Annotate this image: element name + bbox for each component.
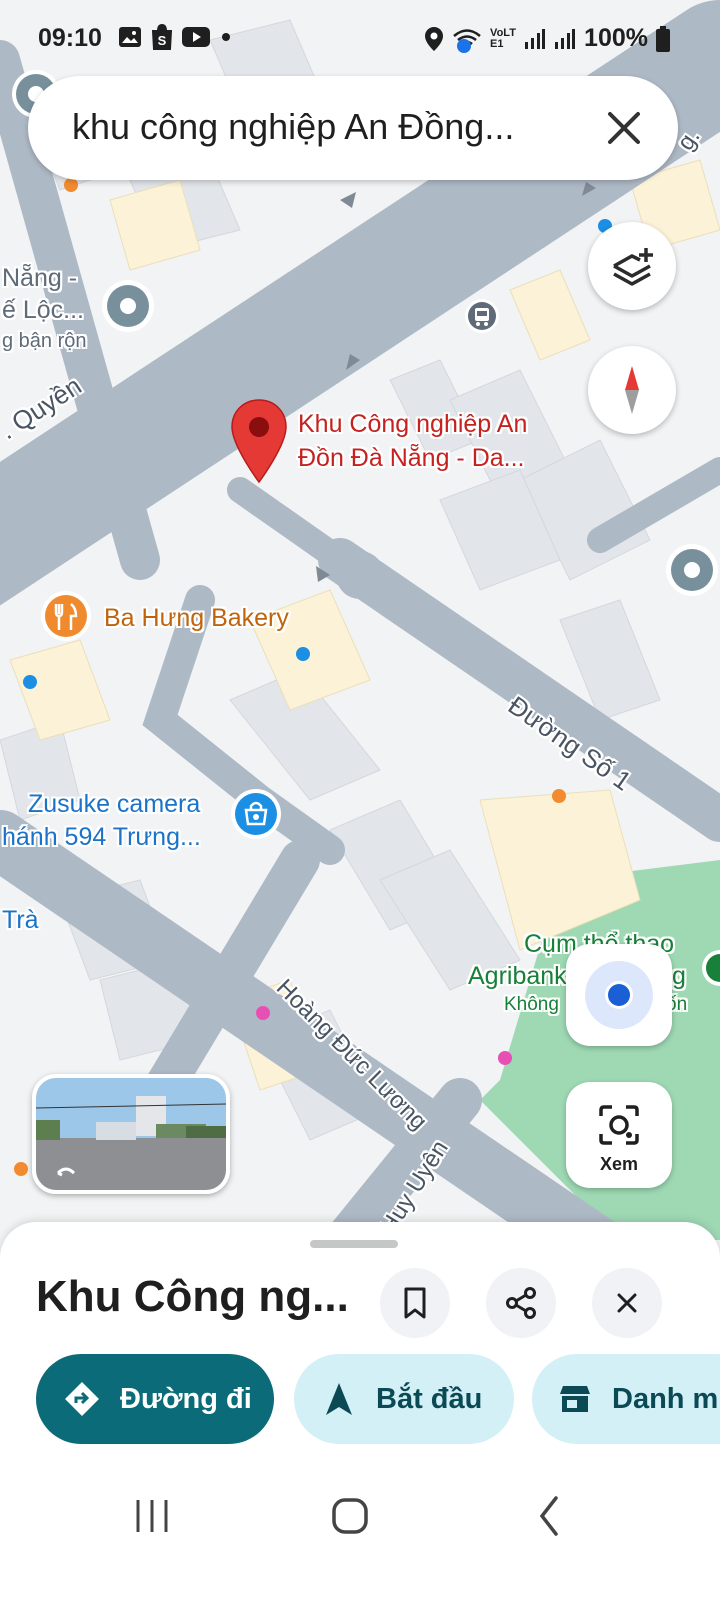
menu-button[interactable]: Danh m (532, 1354, 720, 1444)
bookmark-icon (404, 1287, 426, 1319)
shopping-icon[interactable] (228, 788, 284, 848)
map-dot (14, 1162, 28, 1176)
youtube-icon (182, 27, 210, 47)
location-active-dot (457, 39, 471, 53)
place-marker-icon[interactable] (664, 542, 720, 606)
recents-icon[interactable] (130, 1494, 174, 1538)
map-dot (296, 647, 310, 661)
camera-label-2[interactable]: hánh 594 Trưng... (2, 823, 201, 852)
screen: . Quyền Đường Số 1 Hoàng Đức Lương Huy U… (0, 0, 720, 1600)
selected-place-label-1[interactable]: Khu Công nghiệp An (298, 410, 527, 439)
sheet-drag-handle[interactable] (310, 1240, 398, 1248)
bakery-label[interactable]: Ba Hưng Bakery (104, 604, 289, 633)
lens-label: Xem (599, 1154, 639, 1174)
sports-label-2[interactable]: Agribank (468, 962, 567, 991)
place-marker-icon[interactable] (100, 278, 156, 342)
place-label-left-top-3: g bận rộn (2, 330, 87, 352)
map-dot (23, 675, 37, 689)
map-dot (498, 1051, 512, 1065)
lens-button[interactable]: Xem (566, 1082, 672, 1188)
start-button[interactable]: Bắt đầu (294, 1354, 514, 1444)
sports-label-suffix: g (672, 962, 686, 990)
directions-button[interactable]: Đường đi (36, 1354, 274, 1444)
map-dot (64, 178, 78, 192)
place-label-left-top-2: ế Lộc... (2, 296, 84, 324)
status-bar: 09:10 S VoLTE1 100% (0, 0, 720, 78)
signal-icon (555, 28, 576, 49)
place-title: Khu Công ng... (36, 1272, 349, 1321)
location-icon (425, 26, 444, 51)
svg-text:S: S (158, 33, 167, 48)
street-view-image (36, 1078, 226, 1190)
map-dot (552, 789, 566, 803)
street-view-thumbnail[interactable] (32, 1074, 230, 1194)
navigation-icon (326, 1383, 352, 1415)
status-time: 09:10 (38, 24, 102, 52)
signal-icon (525, 28, 546, 49)
restaurant-icon[interactable] (38, 590, 94, 650)
bus-stop-icon[interactable] (464, 298, 500, 334)
compass-button[interactable] (588, 346, 676, 434)
share-icon (506, 1287, 536, 1319)
back-icon[interactable] (530, 1492, 570, 1540)
map-dot (256, 1006, 270, 1020)
share-button[interactable] (486, 1268, 556, 1338)
my-location-button[interactable] (566, 944, 672, 1046)
close-icon[interactable] (598, 102, 650, 154)
place-marker-icon[interactable] (698, 948, 720, 992)
system-nav-bar (0, 1460, 720, 1600)
layers-button[interactable] (588, 222, 676, 310)
battery-icon (656, 25, 670, 52)
start-label: Bắt đầu (376, 1382, 483, 1415)
store-icon (560, 1386, 590, 1412)
gallery-icon (119, 27, 141, 47)
search-bar[interactable]: khu công nghiệp An Đồng... (28, 76, 678, 180)
home-icon[interactable] (326, 1492, 374, 1540)
my-location-icon (585, 961, 653, 1029)
camera-label-1[interactable]: Zusuke camera (28, 790, 200, 819)
battery-percent: 100% (584, 24, 648, 52)
sports-label-3: Không (504, 994, 559, 1015)
save-button[interactable] (380, 1268, 450, 1338)
lens-icon (599, 1105, 639, 1145)
network-label: VoLTE1 (490, 26, 516, 50)
directions-label: Đường đi (120, 1382, 252, 1415)
directions-icon (65, 1382, 99, 1416)
place-label-left-top-1: Nẵng - (2, 264, 78, 292)
selected-place-label-2[interactable]: Đồn Đà Nẵng - Da... (298, 444, 525, 473)
layers-icon (613, 248, 653, 286)
compass-icon (625, 366, 639, 414)
selected-place-pin-icon[interactable] (230, 398, 288, 484)
tra-label: Trà (2, 906, 39, 934)
close-sheet-button[interactable] (592, 1268, 662, 1338)
close-icon (617, 1293, 637, 1313)
menu-label: Danh m (612, 1382, 719, 1415)
search-query[interactable]: khu công nghiệp An Đồng... (72, 106, 514, 148)
shop-icon: S (151, 24, 173, 50)
notification-dot-icon (222, 33, 230, 41)
